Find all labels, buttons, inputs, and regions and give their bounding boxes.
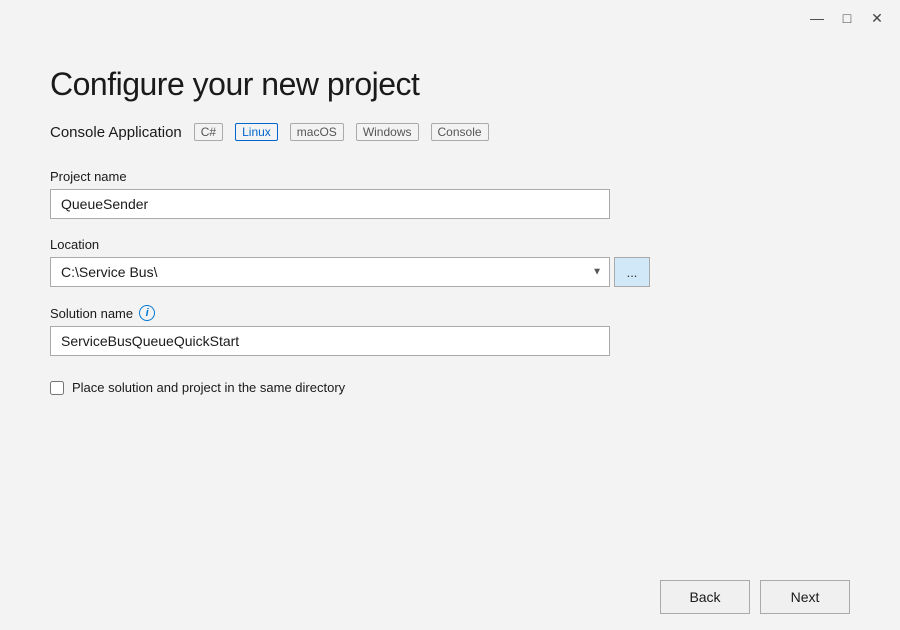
location-select[interactable]: C:\Service Bus\ — [50, 257, 610, 287]
location-field: Location C:\Service Bus\ ▼ ... — [50, 237, 850, 287]
location-label: Location — [50, 237, 850, 252]
tag-csharp: C# — [194, 123, 223, 141]
footer: Back Next — [0, 564, 900, 630]
project-name-label: Project name — [50, 169, 850, 184]
maximize-button[interactable]: □ — [836, 7, 858, 29]
project-name-input[interactable] — [50, 189, 610, 219]
form-section: Project name Location C:\Service Bus\ ▼ … — [50, 169, 850, 544]
same-directory-label: Place solution and project in the same d… — [72, 380, 345, 395]
tag-linux: Linux — [235, 123, 278, 141]
location-row: C:\Service Bus\ ▼ ... — [50, 257, 850, 287]
title-bar-controls: — □ ✕ — [806, 7, 888, 29]
solution-name-input[interactable] — [50, 326, 610, 356]
solution-name-field: Solution name i — [50, 305, 850, 356]
tag-windows: Windows — [356, 123, 419, 141]
browse-button[interactable]: ... — [614, 257, 650, 287]
minimize-button[interactable]: — — [806, 7, 828, 29]
title-bar: — □ ✕ — [0, 0, 900, 36]
tag-macos: macOS — [290, 123, 344, 141]
project-name-field: Project name — [50, 169, 850, 219]
solution-name-label-row: Solution name i — [50, 305, 850, 321]
tag-console: Console — [431, 123, 489, 141]
page-title: Configure your new project — [50, 66, 850, 103]
location-select-wrapper: C:\Service Bus\ ▼ — [50, 257, 610, 287]
app-type-row: Console Application C# Linux macOS Windo… — [50, 123, 850, 141]
window: — □ ✕ Configure your new project Console… — [0, 0, 900, 630]
same-directory-row: Place solution and project in the same d… — [50, 380, 850, 395]
main-content: Configure your new project Console Appli… — [0, 36, 900, 564]
close-button[interactable]: ✕ — [866, 7, 888, 29]
next-button[interactable]: Next — [760, 580, 850, 614]
info-icon: i — [139, 305, 155, 321]
same-directory-checkbox[interactable] — [50, 381, 64, 395]
app-type-label: Console Application — [50, 124, 182, 141]
back-button[interactable]: Back — [660, 580, 750, 614]
solution-name-label: Solution name — [50, 306, 133, 321]
